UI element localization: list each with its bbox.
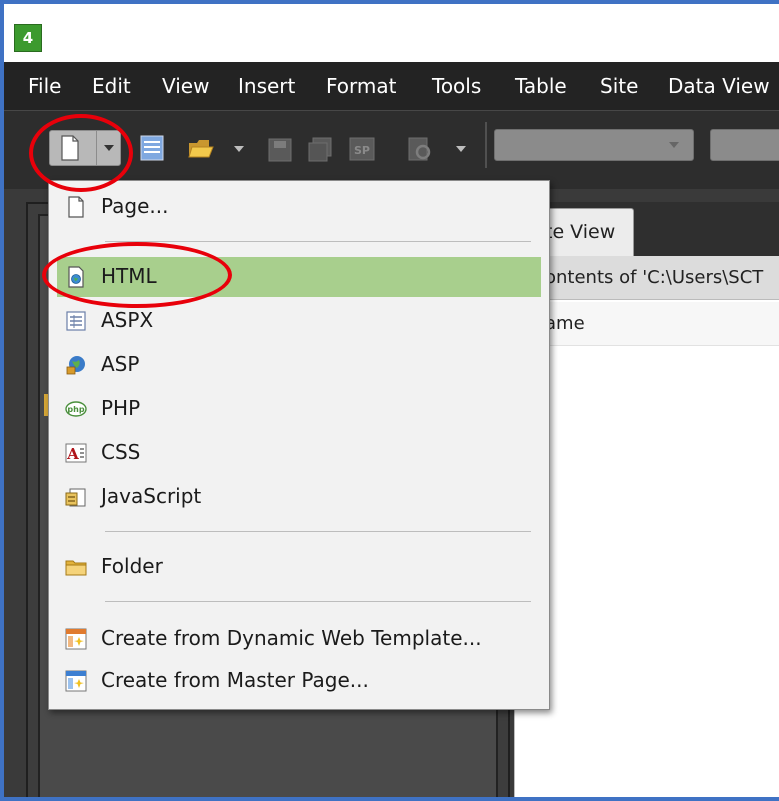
menu-separator [105,531,531,532]
menu-item-page[interactable]: Page... [57,187,541,227]
page-icon [68,196,84,218]
menu-item-label: ASPX [101,308,154,332]
menu-table[interactable]: Table [515,62,567,110]
font-combo[interactable] [710,129,779,161]
menu-edit[interactable]: Edit [92,62,131,110]
menu-separator [105,601,531,602]
menu-item-label: PHP [101,396,141,420]
preview-dropdown-arrow[interactable] [456,146,466,152]
svg-text:SP: SP [354,144,370,157]
folder-icon [65,560,87,576]
menu-item-folder[interactable]: Folder [57,547,541,587]
menu-item-javascript[interactable]: JavaScript [57,477,541,517]
menu-separator [105,241,531,242]
menu-item-label: JavaScript [101,484,202,508]
column-header-name[interactable]: ame [515,302,779,346]
menu-item-label: Create from Master Page... [101,668,369,692]
app-window: 4 File Edit View Insert Format Tools Tab… [0,0,779,801]
sharepoint-icon[interactable]: SP [348,135,376,163]
title-bar: 4 [4,4,779,62]
svg-text:A: A [66,445,79,463]
menu-file[interactable]: File [28,62,61,110]
menu-format[interactable]: Format [326,62,396,110]
css-file-icon: A [65,443,87,463]
menu-site[interactable]: Site [600,62,638,110]
annotation-ring-html-item [42,242,232,308]
site-view-pane: te View ontents of 'C:\Users\SCT ame [514,202,779,797]
tab-label: te View [545,221,616,243]
menu-data-view[interactable]: Data View [668,62,770,110]
aspx-file-icon [66,311,86,331]
site-view-content: ontents of 'C:\Users\SCT ame [514,256,779,797]
menu-item-css[interactable]: A CSS [57,433,541,473]
menu-view[interactable]: View [162,62,209,110]
menu-item-label: Create from Dynamic Web Template... [101,626,482,650]
app-logo-icon: 4 [14,24,42,52]
menu-bar: File Edit View Insert Format Tools Table… [4,62,779,110]
menu-item-label: CSS [101,440,141,464]
style-combo[interactable] [494,129,694,161]
save-all-icon[interactable] [306,136,334,164]
php-file-icon: php [65,401,87,417]
toolbar-separator [485,122,487,168]
menu-item-label: Folder [101,554,163,578]
preview-icon[interactable] [406,135,434,163]
menu-item-php[interactable]: php PHP [57,389,541,429]
menu-item-label: Page... [101,194,169,218]
menu-list-icon[interactable] [138,134,166,162]
menu-item-master-page[interactable]: Create from Master Page... [57,661,541,701]
menu-item-label: ASP [101,352,140,376]
svg-text:php: php [67,405,84,414]
annotation-ring-new-button [29,114,133,192]
menu-item-dynamic-web-template[interactable]: Create from Dynamic Web Template... [57,619,541,659]
open-dropdown-arrow[interactable] [234,146,244,152]
asp-file-icon [66,356,85,375]
menu-insert[interactable]: Insert [238,62,295,110]
save-icon[interactable] [266,136,294,164]
path-bar: ontents of 'C:\Users\SCT [515,256,779,300]
javascript-file-icon [65,488,86,507]
master-page-icon [65,670,87,692]
open-folder-icon[interactable] [187,135,215,163]
menu-tools[interactable]: Tools [432,62,481,110]
chevron-down-icon [669,142,679,148]
dynamic-template-icon [65,628,87,650]
menu-item-asp[interactable]: ASP [57,345,541,385]
